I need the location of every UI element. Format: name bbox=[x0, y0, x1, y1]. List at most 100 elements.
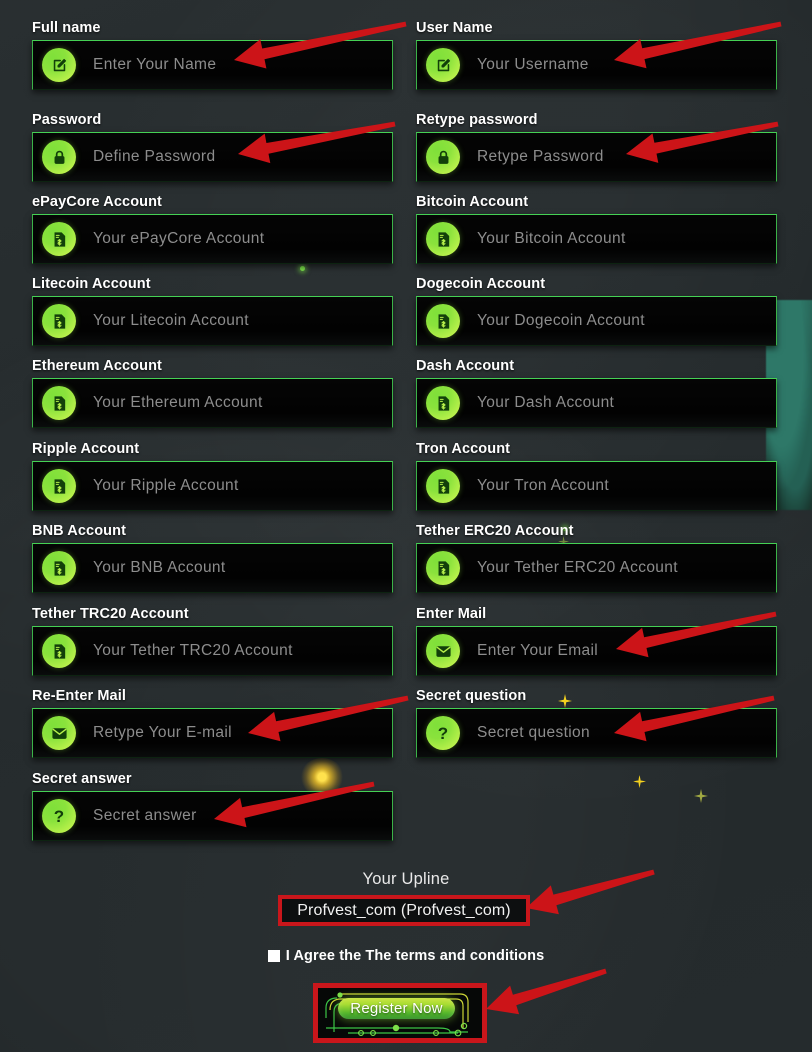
input-placeholder: Retype Your E-mail bbox=[93, 724, 232, 741]
input-placeholder: Your BNB Account bbox=[93, 559, 226, 576]
decor-sparkle-icon bbox=[633, 775, 646, 788]
invoice-dollar-icon bbox=[426, 304, 460, 338]
register-button-face[interactable]: Register Now bbox=[338, 998, 455, 1019]
question-mark-icon: ? bbox=[426, 716, 460, 750]
field-secret-question: Secret question? Secret question bbox=[416, 688, 777, 758]
field-dogecoin-account: Dogecoin Account Your Dogecoin Account bbox=[416, 276, 777, 346]
field-tether-erc20-account: Tether ERC20 Account Your Tether ERC20 Ac… bbox=[416, 523, 777, 593]
field-tether-trc20-account: Tether TRC20 Account Your Tether TRC20 Ac… bbox=[32, 606, 393, 676]
field-label: Litecoin Account bbox=[32, 276, 151, 292]
invoice-dollar-icon bbox=[42, 634, 76, 668]
input-placeholder: Secret question bbox=[477, 724, 590, 741]
invoice-dollar-icon bbox=[426, 469, 460, 503]
register-button-label: Register Now bbox=[350, 1000, 443, 1017]
upline-value: Profvest_com (Profvest_com) bbox=[297, 901, 511, 919]
field-secret-answer: Secret answer? Secret answer bbox=[32, 771, 393, 841]
input-secret-question[interactable]: ? Secret question bbox=[416, 708, 777, 758]
question-glyph: ? bbox=[53, 806, 65, 826]
input-tron-account[interactable]: Your Tron Account bbox=[416, 461, 777, 511]
invoice-dollar-icon bbox=[426, 386, 460, 420]
input-ethereum-account[interactable]: Your Ethereum Account bbox=[32, 378, 393, 428]
question-glyph: ? bbox=[437, 723, 449, 743]
field-label: Password bbox=[32, 112, 102, 128]
field-label: Enter Mail bbox=[416, 606, 487, 622]
invoice-dollar-icon bbox=[42, 304, 76, 338]
input-bnb-account[interactable]: Your BNB Account bbox=[32, 543, 393, 593]
field-label: Full name bbox=[32, 20, 101, 36]
field-label: Re-Enter Mail bbox=[32, 688, 126, 704]
edit-square-icon bbox=[42, 48, 76, 82]
input-placeholder: Your Dash Account bbox=[477, 394, 615, 411]
input-full-name[interactable]: Enter Your Name bbox=[32, 40, 393, 90]
field-ripple-account: Ripple Account Your Ripple Account bbox=[32, 441, 393, 511]
input-placeholder: Your Tether TRC20 Account bbox=[93, 642, 293, 659]
terms-label: I Agree the The terms and conditions bbox=[285, 948, 545, 964]
input-placeholder: Your Dogecoin Account bbox=[477, 312, 645, 329]
invoice-dollar-icon bbox=[42, 386, 76, 420]
field-tron-account: Tron Account Your Tron Account bbox=[416, 441, 777, 511]
field-label: ePayCore Account bbox=[32, 194, 162, 210]
field-label: Dash Account bbox=[416, 358, 515, 374]
lock-icon bbox=[426, 140, 460, 174]
input-epaycore-account[interactable]: Your ePayCore Account bbox=[32, 214, 393, 264]
field-re-enter-mail: Re-Enter Mail Retype Your E-mail bbox=[32, 688, 393, 758]
invoice-dollar-icon bbox=[42, 222, 76, 256]
registration-page: Full name Enter Your Name User Name Your Us… bbox=[0, 0, 812, 1052]
input-tether-erc20-account[interactable]: Your Tether ERC20 Account bbox=[416, 543, 777, 593]
field-label: Tron Account bbox=[416, 441, 511, 457]
input-litecoin-account[interactable]: Your Litecoin Account bbox=[32, 296, 393, 346]
decor-sparkle-icon bbox=[694, 789, 708, 803]
field-label: Tether ERC20 Account bbox=[416, 523, 574, 539]
decor-dot bbox=[300, 266, 305, 271]
invoice-dollar-icon bbox=[42, 469, 76, 503]
input-retype-password[interactable]: Retype Password bbox=[416, 132, 777, 182]
upline-title: Your Upline bbox=[362, 870, 450, 888]
input-placeholder: Your Tether ERC20 Account bbox=[477, 559, 678, 576]
envelope-icon bbox=[42, 716, 76, 750]
input-enter-mail[interactable]: Enter Your Email bbox=[416, 626, 777, 676]
input-placeholder: Secret answer bbox=[93, 807, 197, 824]
input-placeholder: Your Bitcoin Account bbox=[477, 230, 626, 247]
input-placeholder: Your Litecoin Account bbox=[93, 312, 249, 329]
field-bnb-account: BNB Account Your BNB Account bbox=[32, 523, 393, 593]
terms-checkbox[interactable] bbox=[267, 950, 280, 962]
annotation-arrow-icon bbox=[480, 967, 608, 1015]
input-user-name[interactable]: Your Username bbox=[416, 40, 777, 90]
input-placeholder: Your Ripple Account bbox=[93, 477, 239, 494]
input-dogecoin-account[interactable]: Your Dogecoin Account bbox=[416, 296, 777, 346]
input-placeholder: Your Ethereum Account bbox=[93, 394, 263, 411]
field-ethereum-account: Ethereum Account Your Ethereum Account bbox=[32, 358, 393, 428]
input-placeholder: Define Password bbox=[93, 148, 216, 165]
input-bitcoin-account[interactable]: Your Bitcoin Account bbox=[416, 214, 777, 264]
input-secret-answer[interactable]: ? Secret answer bbox=[32, 791, 393, 841]
field-label: Ripple Account bbox=[32, 441, 140, 457]
input-placeholder: Your Username bbox=[477, 56, 589, 73]
field-retype-password: Retype password Retype Password bbox=[416, 112, 777, 182]
invoice-dollar-icon bbox=[426, 222, 460, 256]
register-button[interactable]: Register Now bbox=[318, 988, 482, 1038]
input-password[interactable]: Define Password bbox=[32, 132, 393, 182]
field-label: Secret question bbox=[416, 688, 527, 704]
field-litecoin-account: Litecoin Account Your Litecoin Account bbox=[32, 276, 393, 346]
input-placeholder: Enter Your Email bbox=[477, 642, 599, 659]
input-placeholder: Your Tron Account bbox=[477, 477, 610, 494]
edit-square-icon bbox=[426, 48, 460, 82]
field-bitcoin-account: Bitcoin Account Your Bitcoin Account bbox=[416, 194, 777, 264]
field-label: Ethereum Account bbox=[32, 358, 162, 374]
field-label: Dogecoin Account bbox=[416, 276, 546, 292]
lock-icon bbox=[42, 140, 76, 174]
field-enter-mail: Enter Mail Enter Your Email bbox=[416, 606, 777, 676]
input-ripple-account[interactable]: Your Ripple Account bbox=[32, 461, 393, 511]
register-button-highlight[interactable]: Register Now bbox=[313, 983, 487, 1043]
terms-row[interactable]: I Agree the The terms and conditions bbox=[0, 948, 812, 964]
input-tether-trc20-account[interactable]: Your Tether TRC20 Account bbox=[32, 626, 393, 676]
invoice-dollar-icon bbox=[426, 551, 460, 585]
input-placeholder: Retype Password bbox=[477, 148, 604, 165]
invoice-dollar-icon bbox=[42, 551, 76, 585]
field-password: Password Define Password bbox=[32, 112, 393, 182]
input-dash-account[interactable]: Your Dash Account bbox=[416, 378, 777, 428]
upline-field-highlight[interactable]: Profvest_com (Profvest_com) bbox=[278, 895, 530, 926]
field-label: Tether TRC20 Account bbox=[32, 606, 189, 622]
input-re-enter-mail[interactable]: Retype Your E-mail bbox=[32, 708, 393, 758]
field-epaycore-account: ePayCore Account Your ePayCore Account bbox=[32, 194, 393, 264]
